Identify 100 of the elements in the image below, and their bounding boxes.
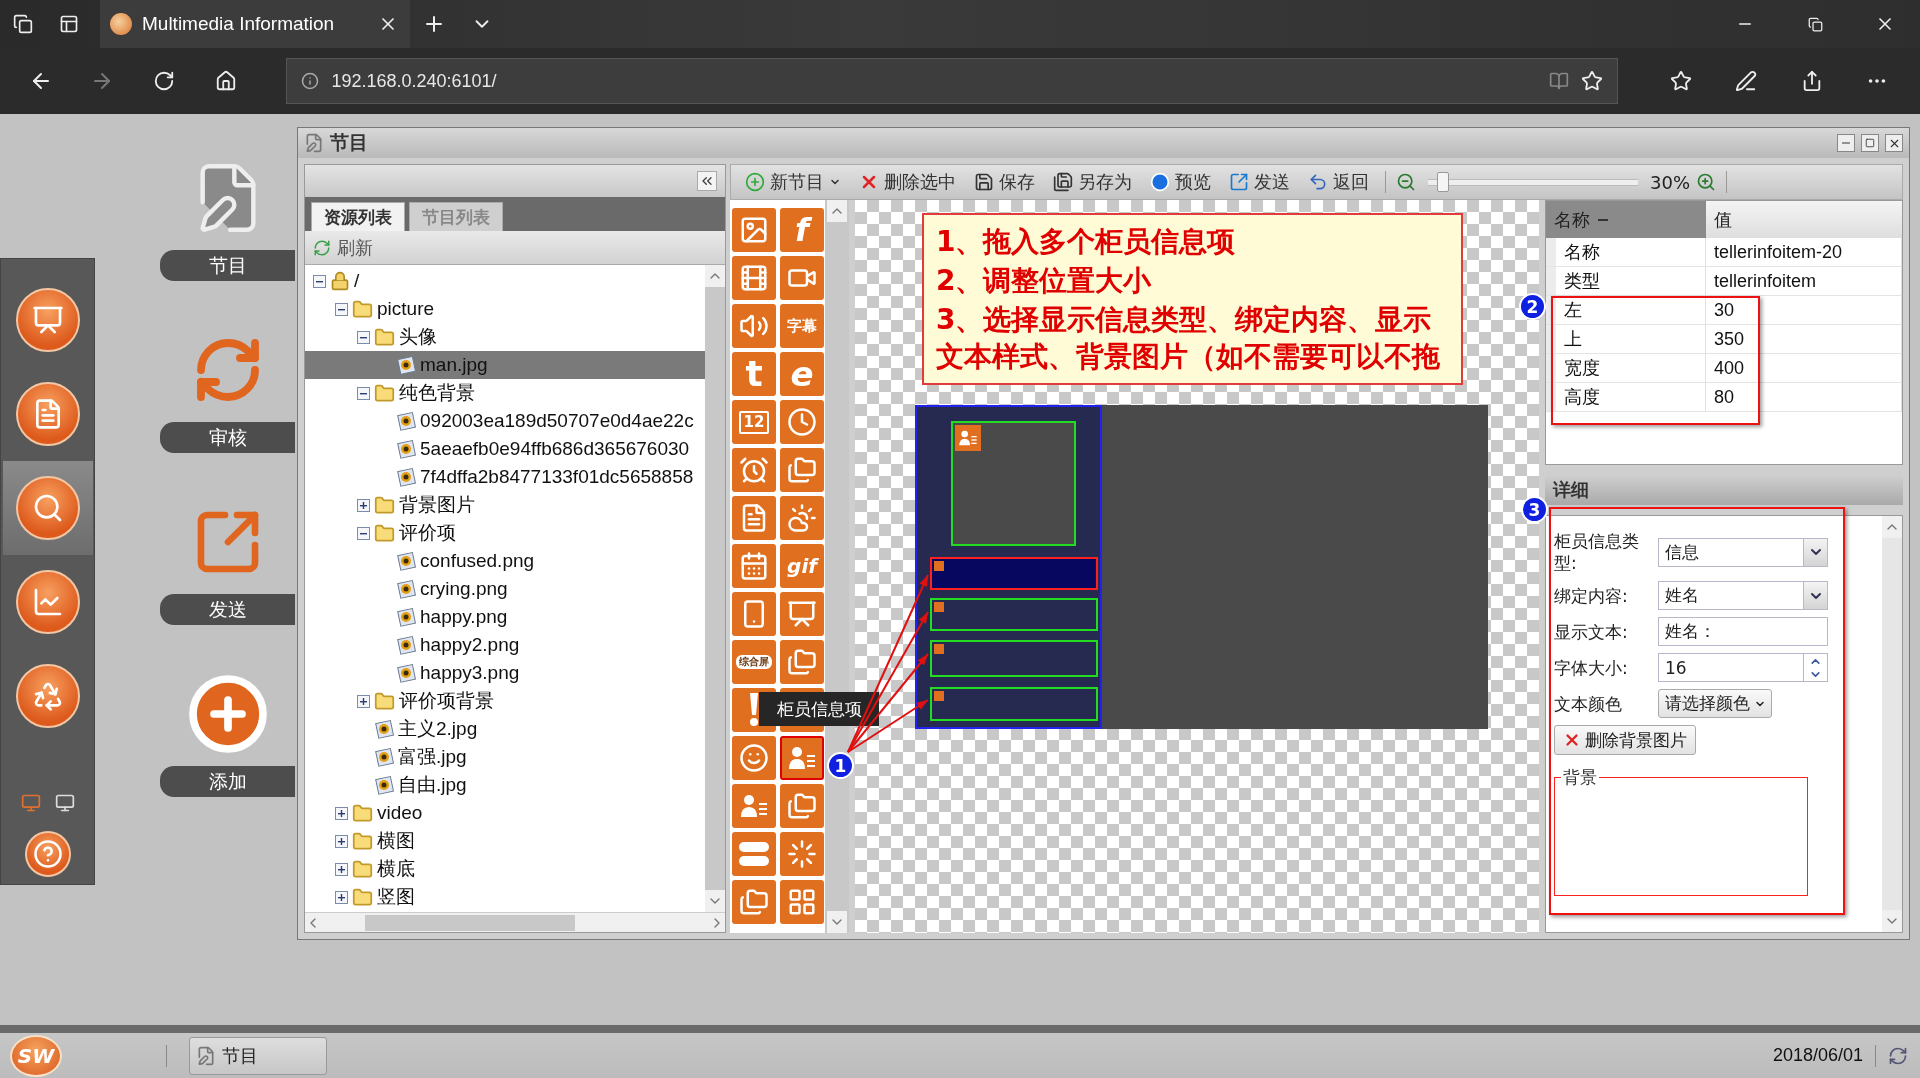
tree-item[interactable]: crying.png (305, 575, 705, 603)
launcher-button[interactable]: 审核 (160, 422, 295, 453)
tree-item[interactable]: / (305, 267, 705, 295)
widget-tile[interactable] (780, 880, 824, 924)
set-aside-tabs-icon[interactable] (59, 14, 79, 34)
expand-icon[interactable] (335, 806, 348, 820)
browser-tab[interactable]: Multimedia Information (100, 0, 410, 48)
widget-tile[interactable] (732, 880, 776, 924)
toolbar-button[interactable]: 发送 (1223, 166, 1296, 198)
text-field[interactable]: 姓名： (1658, 617, 1828, 646)
expand-icon[interactable] (335, 862, 348, 876)
monitor-icon[interactable] (54, 793, 75, 813)
dropdown-field[interactable]: 姓名 (1658, 581, 1804, 610)
collapse-icon[interactable] (357, 386, 370, 400)
pen-icon[interactable] (1735, 70, 1758, 92)
tree-item[interactable]: 竖图 (305, 883, 705, 911)
column-header[interactable]: 名称 (1546, 201, 1706, 238)
widget-tile[interactable] (780, 400, 824, 444)
widget-tile[interactable] (732, 544, 776, 588)
color-picker-button[interactable]: 请选择颜色 (1658, 689, 1772, 718)
widget-tile[interactable] (732, 784, 776, 828)
dropdown-button[interactable] (1804, 581, 1828, 610)
widget-tile[interactable] (780, 448, 824, 492)
property-value[interactable]: 400 (1706, 354, 1902, 382)
info-item[interactable] (930, 557, 1098, 590)
delete-background-button[interactable]: 删除背景图片 (1554, 725, 1696, 755)
tree-item[interactable]: 主义2.jpg (305, 715, 705, 743)
vertical-scrollbar[interactable] (705, 265, 725, 912)
collapse-icon[interactable] (357, 330, 370, 344)
minimize-button[interactable] (1837, 134, 1855, 152)
slider-thumb[interactable] (1436, 172, 1449, 192)
launcher-button[interactable]: 发送 (160, 594, 295, 625)
property-value[interactable]: 80 (1706, 383, 1902, 411)
tree-item[interactable]: man.jpg (305, 351, 705, 379)
expand-icon[interactable] (357, 498, 370, 512)
refresh-icon[interactable] (153, 70, 175, 92)
teller-panel[interactable] (915, 405, 1102, 729)
help-icon[interactable] (32, 839, 63, 869)
widget-tile[interactable] (780, 640, 824, 684)
info-item[interactable] (930, 687, 1098, 721)
restore-icon[interactable] (1807, 16, 1823, 32)
column-header[interactable]: 值 (1706, 201, 1902, 238)
toolbar-button[interactable]: 新节目 (739, 166, 847, 198)
tree-item[interactable]: 评价项 (305, 519, 705, 547)
taskbar-button[interactable]: 节目 (189, 1036, 327, 1075)
tree-item[interactable]: 背景图片 (305, 491, 705, 519)
favorite-star-icon[interactable] (1580, 70, 1603, 92)
collapse-icon[interactable] (335, 302, 348, 316)
refresh-button[interactable]: 刷新 (313, 235, 373, 260)
info-item[interactable] (930, 640, 1098, 677)
zoom-out-icon[interactable] (1396, 172, 1416, 192)
toolbar-button[interactable]: 预览 (1144, 166, 1217, 198)
widget-tile[interactable] (732, 736, 776, 780)
launcher-button[interactable]: 添加 (160, 766, 295, 797)
property-value[interactable]: tellerinfoitem (1706, 267, 1902, 295)
widget-tile[interactable] (780, 496, 824, 540)
tree-item[interactable]: 评价项背景 (305, 687, 705, 715)
photo-item[interactable] (951, 421, 1076, 546)
tree-item[interactable]: 5aeaefb0e94ffb686d365676030 (305, 435, 705, 463)
tree-item[interactable]: 纯色背景 (305, 379, 705, 407)
dropdown-field[interactable]: 信息 (1658, 537, 1804, 567)
status-icon[interactable] (1888, 1045, 1908, 1066)
zoom-in-icon[interactable] (1696, 172, 1716, 192)
reading-view-icon[interactable] (1548, 71, 1569, 91)
favorites-star-icon[interactable] (1669, 70, 1692, 92)
tree-item[interactable]: 横图 (305, 827, 705, 855)
collapse-icon[interactable] (357, 526, 370, 540)
tab-list-icon[interactable] (13, 14, 33, 34)
widget-tile[interactable] (732, 304, 776, 348)
expand-icon[interactable] (357, 694, 370, 708)
number-field[interactable]: 16 (1658, 653, 1804, 682)
collapse-panel-button[interactable] (697, 171, 717, 191)
tree-item[interactable]: happy.png (305, 603, 705, 631)
property-value[interactable]: 350 (1706, 325, 1902, 353)
collapse-icon[interactable] (313, 274, 326, 288)
widget-tile[interactable] (732, 832, 776, 876)
sidebar-item[interactable] (2, 461, 93, 555)
tree-item[interactable]: picture (305, 295, 705, 323)
toolbar-button[interactable]: 删除选中 (853, 166, 962, 198)
close-button[interactable] (1885, 134, 1903, 152)
widget-tile[interactable] (732, 256, 776, 300)
expand-icon[interactable] (335, 834, 348, 848)
tree-item[interactable]: happy2.png (305, 631, 705, 659)
maximize-button[interactable] (1861, 134, 1879, 152)
property-value[interactable]: tellerinfoitem-20 (1706, 238, 1902, 266)
tree-item[interactable]: 富强.jpg (305, 743, 705, 771)
horizontal-scrollbar[interactable] (305, 912, 725, 932)
property-value[interactable]: 30 (1706, 296, 1902, 324)
widget-tile[interactable] (780, 736, 824, 780)
tree-item[interactable]: happy3.png (305, 659, 705, 687)
tree-item[interactable]: confused.png (305, 547, 705, 575)
tree-item[interactable]: video (305, 799, 705, 827)
widget-tile[interactable]: 综合屏 (732, 640, 776, 684)
toolbar-button[interactable]: 保存 (968, 166, 1041, 198)
widget-tile[interactable] (780, 784, 824, 828)
address-bar[interactable]: 192.168.0.240:6101/ (286, 58, 1618, 104)
expand-icon[interactable] (335, 890, 348, 904)
tree-item[interactable]: 7f4dffa2b8477133f01dc5658858 (305, 463, 705, 491)
widget-tile[interactable] (780, 592, 824, 636)
spinner-buttons[interactable] (1804, 653, 1828, 682)
